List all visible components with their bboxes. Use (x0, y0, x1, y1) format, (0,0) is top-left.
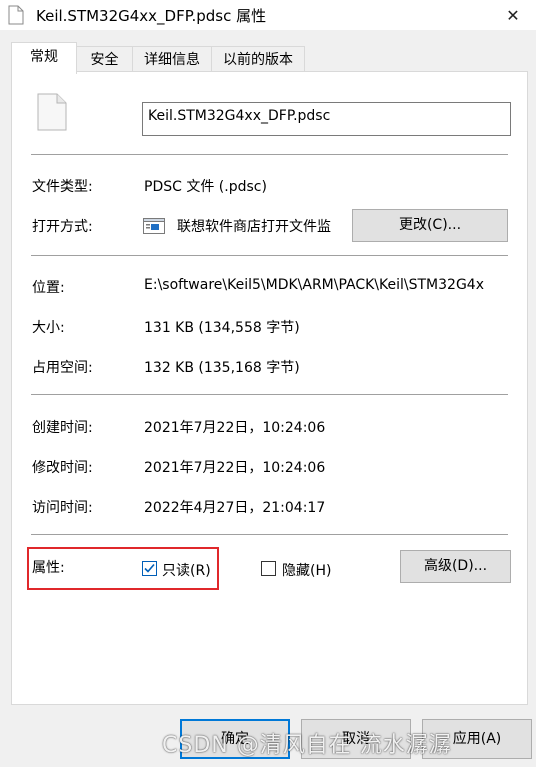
tab-details[interactable]: 详细信息 (132, 46, 212, 73)
tab-previous-versions[interactable]: 以前的版本 (211, 46, 305, 73)
accessed-value: 2022年4月27日，21:04:17 (144, 500, 326, 516)
advanced-button[interactable]: 高级(D)... (400, 550, 511, 583)
size-value: 131 KB (134,558 字节) (144, 320, 300, 336)
created-value: 2021年7月22日，10:24:06 (144, 420, 326, 436)
app-window-icon (143, 218, 165, 238)
accessed-label: 访问时间: (32, 500, 93, 516)
close-button[interactable]: ✕ (490, 0, 536, 30)
tab-label: 以前的版本 (223, 52, 293, 68)
hidden-checkbox[interactable] (261, 561, 276, 576)
change-button[interactable]: 更改(C)... (352, 209, 508, 242)
created-label: 创建时间: (32, 420, 93, 436)
tab-label: 常规 (30, 49, 58, 65)
document-icon (37, 93, 67, 135)
separator (31, 394, 508, 395)
file-icon (8, 5, 24, 29)
modified-label: 修改时间: (32, 460, 93, 476)
watermark: CSDN @清风自在 流水潺潺 (162, 733, 452, 758)
separator (31, 534, 508, 535)
close-icon: ✕ (506, 5, 520, 25)
file-name-input[interactable]: Keil.STM32G4xx_DFP.pdsc (142, 102, 511, 136)
title-bar: Keil.STM32G4xx_DFP.pdsc 属性 ✕ (0, 0, 536, 30)
size-on-disk-label: 占用空间: (32, 360, 93, 376)
location-label: 位置: (32, 280, 65, 296)
tab-general[interactable]: 常规 (11, 42, 77, 74)
tab-security[interactable]: 安全 (76, 46, 133, 73)
separator (31, 154, 508, 155)
opens-with-value: 联想软件商店打开文件监 (177, 219, 331, 235)
separator (31, 255, 508, 256)
modified-value: 2021年7月22日，10:24:06 (144, 460, 326, 476)
tab-label: 安全 (90, 52, 119, 68)
location-value: E:\software\Keil5\MDK\ARM\PACK\Keil\STM3… (144, 277, 484, 293)
file-type-value: PDSC 文件 (.pdsc) (144, 179, 267, 195)
size-on-disk-value: 132 KB (135,168 字节) (144, 360, 300, 376)
advanced-button-label: 高级(D)... (423, 558, 488, 574)
highlight-box (27, 547, 219, 590)
general-panel (11, 71, 528, 705)
apply-button-label: 应用(A) (452, 731, 502, 747)
opens-with-label: 打开方式: (32, 219, 93, 235)
window-title: Keil.STM32G4xx_DFP.pdsc 属性 (36, 7, 267, 25)
hidden-label[interactable]: 隐藏(H) (282, 560, 331, 580)
tab-label: 详细信息 (144, 52, 200, 68)
change-button-label: 更改(C)... (398, 217, 462, 233)
file-type-label: 文件类型: (32, 179, 93, 195)
size-label: 大小: (32, 320, 65, 336)
